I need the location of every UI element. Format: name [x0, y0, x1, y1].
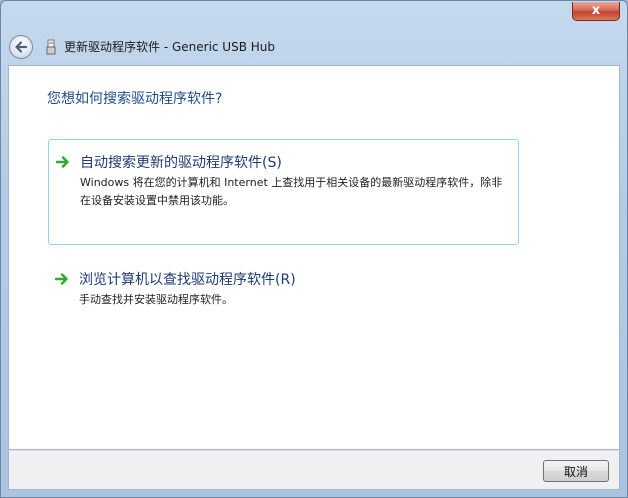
- usb-device-icon: [46, 39, 56, 55]
- option-browse-computer[interactable]: 浏览计算机以查找驱动程序软件(R) 手动查找并安装驱动程序软件。: [48, 257, 519, 317]
- content-panel: 您想如何搜索驱动程序软件? 自动搜索更新的驱动程序软件(S) Windows 将…: [8, 65, 620, 450]
- window-title: 更新驱动程序软件 - Generic USB Hub: [64, 40, 276, 54]
- page-heading: 您想如何搜索驱动程序软件?: [47, 91, 223, 107]
- back-button[interactable]: [9, 35, 33, 59]
- close-button[interactable]: x: [572, 2, 620, 21]
- back-arrow-icon: [15, 41, 28, 53]
- option-auto-search-description: Windows 将在您的计算机和 Internet 上查找用于相关设备的最新驱动…: [80, 176, 503, 207]
- green-arrow-icon: [56, 156, 69, 168]
- option-auto-search-title: 自动搜索更新的驱动程序软件(S): [80, 155, 282, 171]
- option-browse-computer-description: 手动查找并安装驱动程序软件。: [79, 293, 233, 306]
- cancel-button[interactable]: 取消: [543, 460, 609, 482]
- dialog-footer: 取消: [8, 450, 620, 490]
- option-browse-computer-title: 浏览计算机以查找驱动程序软件(R): [79, 272, 296, 288]
- close-icon: x: [591, 3, 601, 18]
- green-arrow-icon: [55, 273, 68, 285]
- dialog-window: x 更新驱动程序软件 - Generic USB Hub 您想如何搜索驱动程序软…: [0, 0, 628, 498]
- option-auto-search[interactable]: 自动搜索更新的驱动程序软件(S) Windows 将在您的计算机和 Intern…: [48, 139, 519, 245]
